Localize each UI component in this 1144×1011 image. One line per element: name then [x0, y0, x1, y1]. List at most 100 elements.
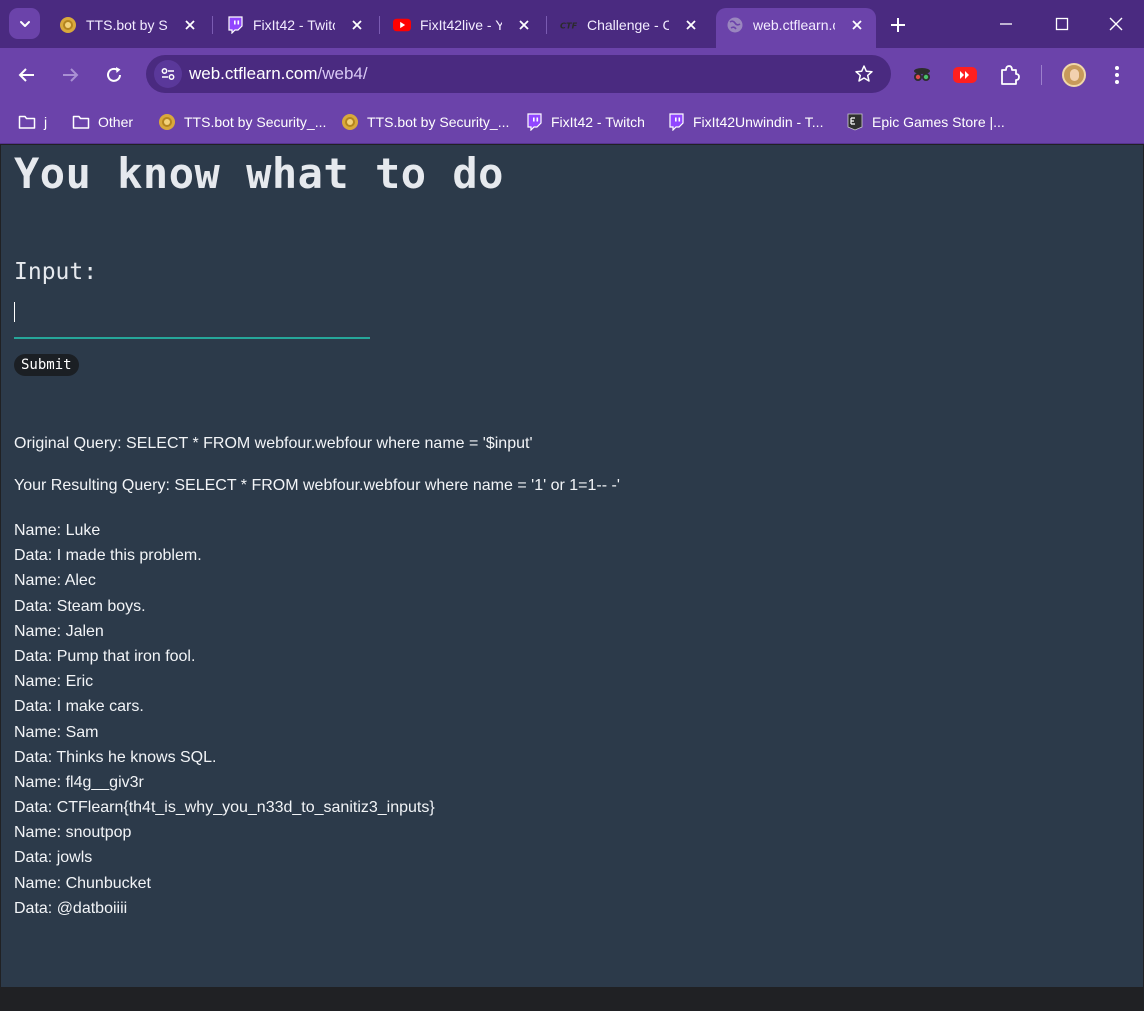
- result-line: Name: Alec: [14, 572, 96, 590]
- twitch-favicon-icon: [667, 113, 685, 131]
- window-bottom-edge: [0, 987, 1144, 1011]
- result-line: Data: I made this problem.: [14, 547, 202, 565]
- submit-button[interactable]: Submit: [14, 354, 79, 376]
- back-button[interactable]: [13, 61, 41, 89]
- bookmark-tts-bot-2[interactable]: TTS.bot by Security_...: [341, 111, 509, 133]
- arrow-left-icon: [18, 68, 34, 82]
- tab-fixit42-twitch[interactable]: FixIt42 - Twitch: [216, 8, 376, 42]
- coin-favicon-icon: [158, 113, 176, 131]
- bookmark-epic-games[interactable]: Epic Games Store |...: [846, 111, 1005, 133]
- page-title: You know what to do: [14, 149, 504, 198]
- folder-icon: [18, 113, 36, 131]
- tab-title: Challenge - CTFlearn: [587, 17, 669, 33]
- bookmark-label: FixIt42 - Twitch: [551, 114, 645, 130]
- result-line: Data: CTFlearn{th4t_is_why_you_n33d_to_s…: [14, 799, 435, 817]
- chevron-down-icon: [19, 20, 30, 27]
- tab-title: web.ctflearn.com: [753, 17, 835, 33]
- result-line: Data: @datboiiii: [14, 899, 128, 917]
- epic-favicon-icon: [846, 113, 864, 131]
- tab-title: FixIt42 - Twitch: [253, 17, 335, 33]
- menu-button[interactable]: [1104, 62, 1130, 88]
- avatar-face: [1070, 69, 1079, 81]
- resulting-query-text: Your Resulting Query: SELECT * FROM webf…: [14, 477, 620, 494]
- tab-web-ctflearn[interactable]: web.ctflearn.com: [716, 8, 876, 48]
- minimize-icon: [1000, 23, 1012, 25]
- url-path: /web4/: [317, 64, 368, 83]
- query-results: Name: Luke Data: I made this problem. Na…: [14, 518, 435, 921]
- coin-favicon-icon: [341, 113, 359, 131]
- tab-divider: [379, 16, 380, 34]
- url-text[interactable]: web.ctflearn.com/web4/: [189, 64, 368, 84]
- result-line: Data: Pump that iron fool.: [14, 647, 196, 665]
- tab-divider: [212, 16, 213, 34]
- reload-button[interactable]: [100, 61, 128, 89]
- result-line: Data: Thinks he knows SQL.: [14, 748, 217, 766]
- maximize-icon: [1055, 17, 1069, 31]
- page-content: You know what to do Input: Submit Origin…: [1, 145, 1143, 987]
- tab-challenge-ctflearn[interactable]: CTF Challenge - CTFlearn: [550, 8, 710, 42]
- twitch-favicon-icon: [226, 16, 244, 34]
- browser-toolbar: web.ctflearn.com/web4/: [0, 48, 1144, 102]
- tab-search-button[interactable]: [9, 8, 40, 39]
- reload-icon: [107, 67, 121, 82]
- close-icon[interactable]: [515, 16, 533, 34]
- globe-favicon-icon: [726, 16, 744, 34]
- tab-divider: [546, 16, 547, 34]
- tab-tts-bot[interactable]: TTS.bot by Security_: [49, 8, 209, 42]
- bookmark-label: j: [44, 114, 48, 130]
- youtube-favicon-icon: [393, 16, 411, 34]
- plus-icon: [891, 18, 905, 32]
- result-line: Name: Eric: [14, 673, 94, 691]
- input-label: Input:: [14, 259, 98, 285]
- close-icon: [1109, 17, 1123, 31]
- text-caret: [14, 302, 15, 322]
- minimize-button[interactable]: [978, 0, 1034, 48]
- tab-title: FixIt42live - YouTube: [420, 17, 502, 33]
- bookmark-label: TTS.bot by Security_...: [367, 114, 510, 130]
- result-line: Data: I make cars.: [14, 698, 144, 716]
- result-line: Name: Jalen: [14, 622, 104, 640]
- bookmark-label: FixIt42Unwindin - T...: [693, 114, 824, 130]
- close-icon[interactable]: [181, 16, 199, 34]
- tab-fixit42live-youtube[interactable]: FixIt42live - YouTube: [383, 8, 543, 42]
- bookmark-star-icon[interactable]: [853, 63, 875, 85]
- bookmark-folder-other[interactable]: Other: [72, 111, 133, 133]
- extension-spy-icon[interactable]: [909, 62, 935, 88]
- result-line: Name: Chunbucket: [14, 874, 151, 892]
- site-info-icon[interactable]: [154, 60, 182, 88]
- result-line: Name: Sam: [14, 723, 99, 741]
- kebab-menu-icon: [1115, 66, 1119, 84]
- extensions-puzzle-icon[interactable]: [996, 62, 1022, 88]
- result-line: Name: Luke: [14, 522, 101, 539]
- profile-avatar[interactable]: [1062, 63, 1086, 87]
- maximize-button[interactable]: [1034, 0, 1090, 48]
- close-icon[interactable]: [848, 16, 866, 34]
- bookmark-fixit42unwindin[interactable]: FixIt42Unwindin - T...: [667, 111, 823, 133]
- bookmark-fixit42-twitch[interactable]: FixIt42 - Twitch: [525, 111, 645, 133]
- new-tab-button[interactable]: [886, 13, 910, 37]
- result-line: Name: fl4g__giv3r: [14, 773, 144, 791]
- forward-button[interactable]: [56, 61, 84, 89]
- bookmark-label: TTS.bot by Security_...: [184, 114, 327, 130]
- svg-text:CTF: CTF: [560, 20, 578, 30]
- result-line: Data: jowls: [14, 849, 93, 867]
- result-line: Data: Steam boys.: [14, 597, 146, 615]
- result-line: Name: snoutpop: [14, 824, 132, 842]
- bookmark-label: Epic Games Store |...: [872, 114, 1005, 130]
- arrow-right-icon: [63, 68, 79, 82]
- original-query-text: Original Query: SELECT * FROM webfour.we…: [14, 435, 533, 452]
- sql-input-field[interactable]: [14, 297, 370, 339]
- extension-youtube-icon[interactable]: [952, 62, 978, 88]
- bookmark-folder-j[interactable]: j: [18, 111, 47, 133]
- close-window-button[interactable]: [1088, 0, 1144, 48]
- url-host: web.ctflearn.com: [189, 64, 318, 83]
- toolbar-divider: [1041, 65, 1042, 85]
- bookmarks-bar: j Other TTS.bot by Security_... TTS.bot …: [0, 102, 1144, 144]
- bookmark-tts-bot-1[interactable]: TTS.bot by Security_...: [158, 111, 326, 133]
- close-icon[interactable]: [348, 16, 366, 34]
- tab-title: TTS.bot by Security_: [86, 17, 168, 33]
- address-bar[interactable]: web.ctflearn.com/web4/: [146, 55, 891, 93]
- folder-icon: [72, 113, 90, 131]
- bookmark-label: Other: [98, 114, 134, 130]
- close-icon[interactable]: [682, 16, 700, 34]
